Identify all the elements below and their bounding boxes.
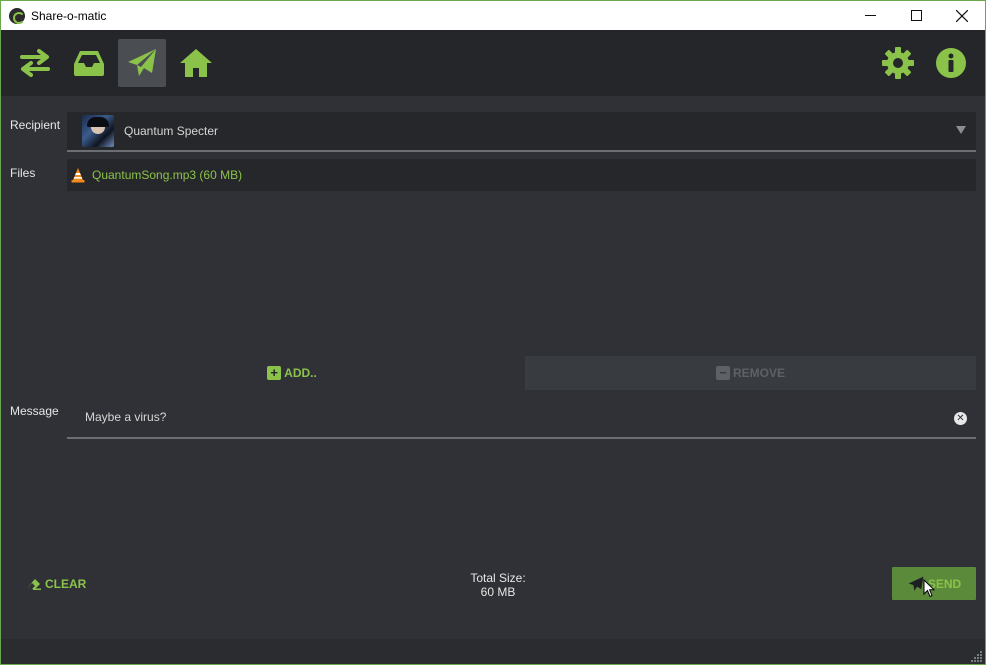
main-toolbar	[1, 30, 985, 96]
message-label: Message	[10, 404, 59, 418]
inbox-button[interactable]	[65, 39, 113, 87]
file-list-item[interactable]: QuantumSong.mp3 (60 MB)	[67, 159, 976, 191]
window-controls	[847, 1, 985, 30]
home-button[interactable]	[172, 39, 220, 87]
app-window: Share-o-matic Recipient Quantum Specter …	[0, 0, 986, 665]
info-button[interactable]	[927, 39, 975, 87]
window-title: Share-o-matic	[31, 8, 107, 23]
info-icon	[936, 48, 966, 78]
maximize-button[interactable]	[893, 1, 939, 30]
minimize-button[interactable]	[847, 1, 893, 30]
plus-icon: +	[267, 366, 282, 380]
app-logo-icon	[9, 7, 25, 24]
chevron-down-icon	[956, 126, 966, 134]
traffic-cone-icon	[71, 168, 85, 183]
minimize-icon	[864, 15, 876, 16]
close-icon	[956, 9, 968, 22]
recipient-dropdown[interactable]: Quantum Specter	[67, 112, 976, 152]
remove-file-button[interactable]: − REMOVE	[525, 356, 976, 390]
clear-label: CLEAR	[45, 577, 87, 591]
total-size-value: 60 MB	[480, 585, 516, 599]
home-icon	[180, 49, 212, 77]
maximize-icon	[910, 10, 922, 21]
recipient-name: Quantum Specter	[124, 124, 219, 138]
paper-plane-icon	[128, 49, 156, 76]
send-tab-button[interactable]	[118, 39, 166, 87]
mouse-cursor-icon	[923, 579, 935, 598]
app-body: Recipient Quantum Specter Files QuantumS…	[1, 30, 985, 664]
message-input[interactable]: Maybe a virus? ✕	[67, 397, 976, 439]
file-name: QuantumSong.mp3 (60 MB)	[92, 168, 243, 182]
total-size: Total Size: 60 MB	[448, 571, 548, 599]
minus-icon: −	[715, 366, 730, 380]
settings-button[interactable]	[874, 39, 922, 87]
add-file-label: ADD..	[284, 366, 317, 380]
clear-button[interactable]: CLEAR	[27, 576, 86, 592]
resize-grip-icon[interactable]	[971, 650, 983, 662]
status-bar	[1, 639, 985, 664]
inbox-tray-icon	[74, 51, 104, 76]
gear-icon	[882, 47, 914, 79]
recipient-label: Recipient	[10, 118, 61, 132]
clear-message-icon[interactable]: ✕	[954, 412, 967, 425]
transfers-button[interactable]	[11, 39, 59, 87]
title-bar[interactable]: Share-o-matic	[1, 1, 985, 30]
close-button[interactable]	[939, 1, 985, 30]
total-size-label: Total Size:	[470, 571, 526, 585]
files-label: Files	[10, 166, 36, 180]
recipient-avatar	[82, 115, 114, 147]
message-value: Maybe a virus?	[85, 410, 167, 424]
send-form: Recipient Quantum Specter Files QuantumS…	[1, 96, 985, 639]
remove-file-label: REMOVE	[732, 366, 785, 380]
eraser-icon	[28, 579, 41, 590]
add-file-button[interactable]: + ADD..	[67, 356, 517, 390]
swap-arrows-icon	[20, 49, 50, 77]
